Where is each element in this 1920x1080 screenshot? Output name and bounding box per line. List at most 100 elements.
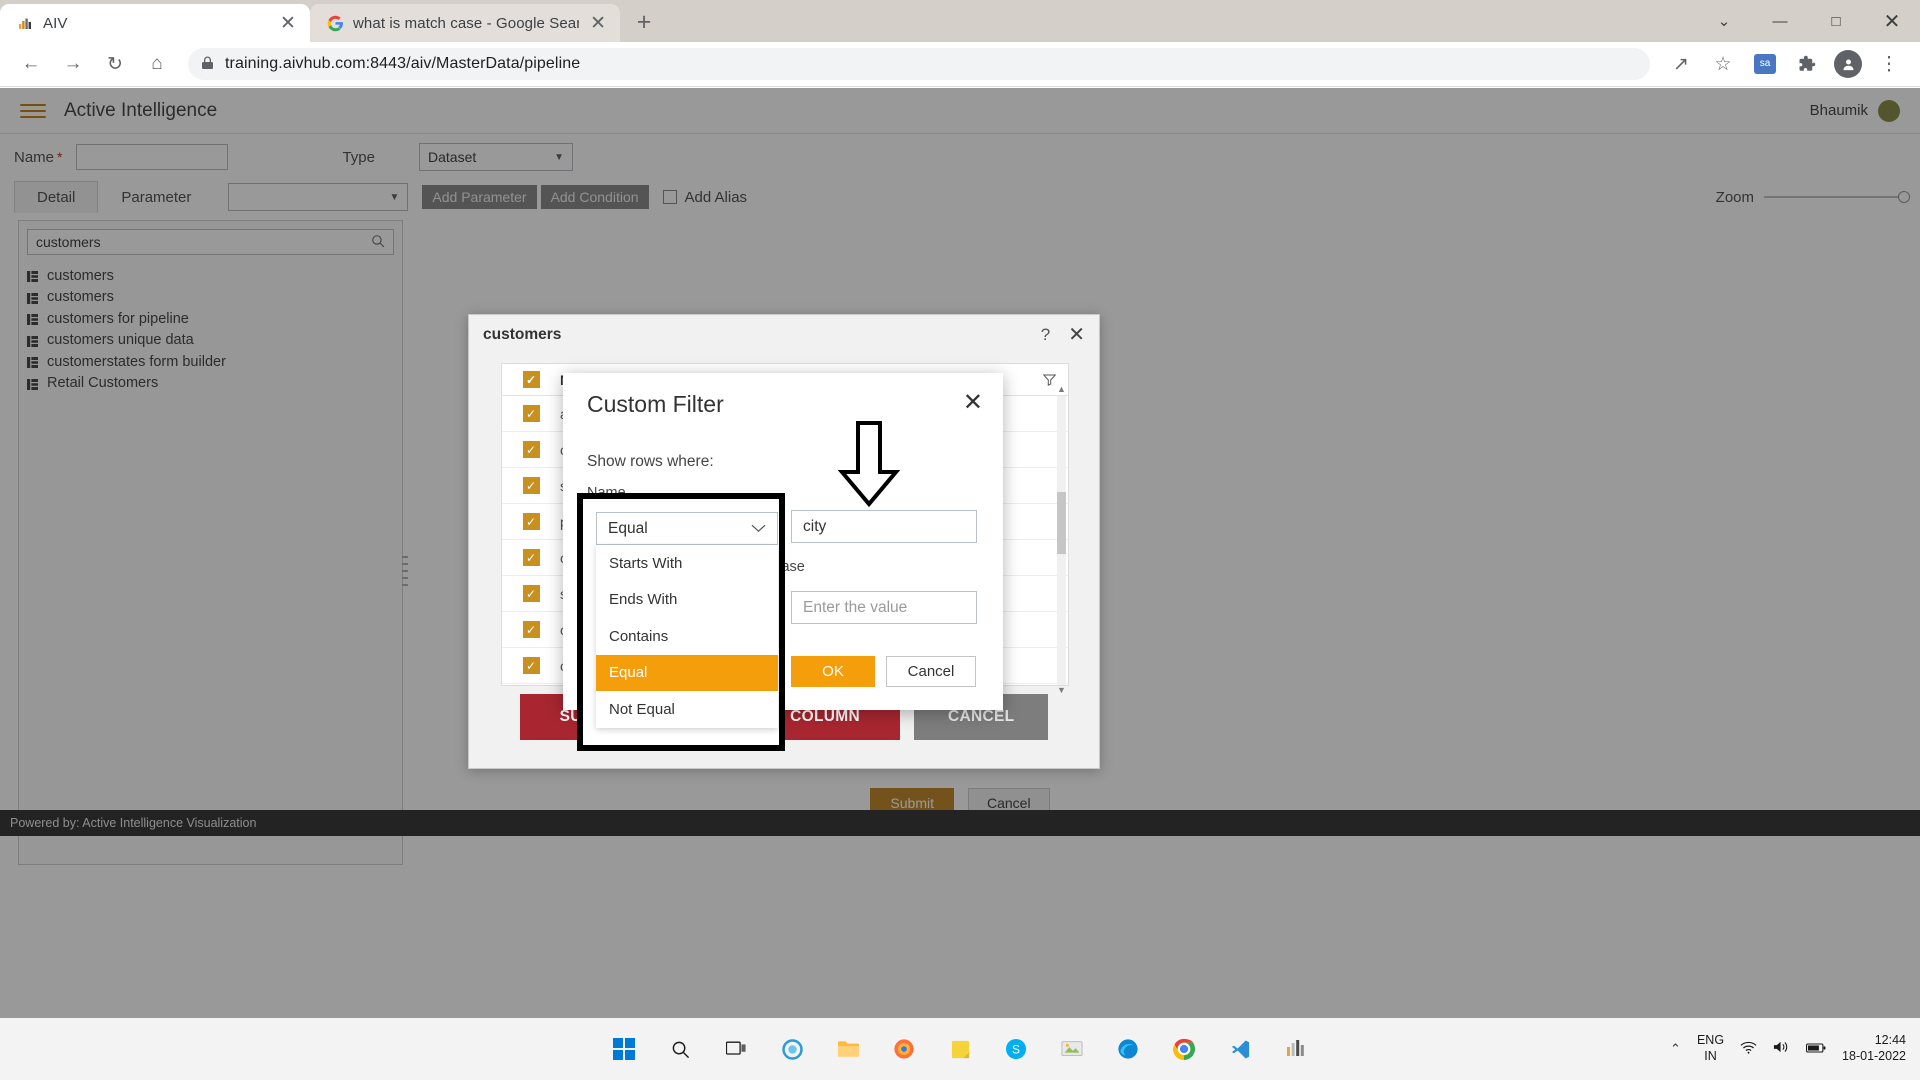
filter-value-text: city bbox=[803, 517, 827, 535]
reload-icon[interactable]: ↻ bbox=[97, 46, 133, 82]
row-checkbox[interactable]: ✓ bbox=[502, 585, 560, 602]
select-all-checkbox[interactable]: ✓ bbox=[502, 371, 560, 388]
operator-select[interactable]: Equal bbox=[596, 512, 778, 545]
system-tray: ⌃ ENG IN 12:44 18-01-2022 bbox=[1670, 1033, 1906, 1064]
minimize-button[interactable]: — bbox=[1752, 0, 1808, 42]
new-tab-button[interactable]: + bbox=[626, 4, 662, 40]
skype-icon[interactable]: S bbox=[999, 1032, 1033, 1066]
row-checkbox[interactable]: ✓ bbox=[502, 405, 560, 422]
task-view-icon[interactable] bbox=[719, 1032, 753, 1066]
vscode-icon[interactable] bbox=[1223, 1032, 1257, 1066]
checkbox-checked-icon: ✓ bbox=[522, 585, 540, 602]
puzzle-icon[interactable] bbox=[1789, 46, 1825, 82]
aiv-icon bbox=[16, 14, 34, 32]
share-icon[interactable]: ↗ bbox=[1663, 46, 1699, 82]
customers-dialog-header-actions: ? ✕ bbox=[1041, 325, 1085, 345]
tab-title: what is match case - Google Sear bbox=[353, 14, 580, 32]
checkbox-checked-icon: ✓ bbox=[522, 513, 540, 530]
operator-option-not-equal[interactable]: Not Equal bbox=[596, 691, 778, 728]
browser-menu-icon[interactable]: ⋮ bbox=[1871, 46, 1907, 82]
edge-icon[interactable] bbox=[1111, 1032, 1145, 1066]
browser-tab-google-search[interactable]: what is match case - Google Sear ✕ bbox=[310, 4, 620, 42]
clock[interactable]: 12:44 18-01-2022 bbox=[1842, 1033, 1906, 1064]
volume-icon[interactable] bbox=[1773, 1040, 1790, 1058]
lock-icon bbox=[202, 56, 213, 72]
filter-value-input[interactable]: city bbox=[791, 510, 977, 543]
back-icon[interactable]: ← bbox=[13, 46, 49, 82]
windows-taskbar: S ⌃ ENG IN 12:44 18-01-2022 bbox=[0, 1018, 1920, 1080]
snip-tool-icon[interactable] bbox=[1055, 1032, 1089, 1066]
forward-icon[interactable]: → bbox=[55, 46, 91, 82]
operator-option-ends-with[interactable]: Ends With bbox=[596, 582, 778, 619]
close-icon[interactable]: ✕ bbox=[588, 14, 608, 33]
chevron-down-icon[interactable]: ⌄ bbox=[1696, 0, 1752, 42]
profile-avatar[interactable] bbox=[1834, 50, 1862, 78]
close-window-button[interactable]: ✕ bbox=[1864, 0, 1920, 42]
down-arrow-annotation bbox=[837, 420, 901, 513]
wifi-icon[interactable] bbox=[1740, 1041, 1757, 1058]
browser-tab-aiv[interactable]: AIV ✕ bbox=[0, 4, 310, 42]
checkbox-checked-icon: ✓ bbox=[522, 657, 540, 674]
cortana-icon[interactable] bbox=[775, 1032, 809, 1066]
grid-scrollbar[interactable]: ▲ ▼ bbox=[1057, 384, 1066, 695]
screen: AIV ✕ what is match case - Google Sear ✕… bbox=[0, 0, 1920, 1080]
custom-filter-actions: OK Cancel bbox=[791, 656, 976, 687]
toolbar-right: ↗ ☆ sa ⋮ bbox=[1660, 46, 1910, 82]
clock-date: 18-01-2022 bbox=[1842, 1049, 1906, 1063]
row-checkbox[interactable]: ✓ bbox=[502, 657, 560, 674]
customers-dialog-title: customers bbox=[483, 326, 562, 343]
operator-option-equal[interactable]: Equal bbox=[596, 654, 778, 691]
bookmark-star-icon[interactable]: ☆ bbox=[1705, 46, 1741, 82]
checkbox-checked-icon: ✓ bbox=[522, 549, 540, 566]
home-icon[interactable]: ⌂ bbox=[139, 46, 175, 82]
custom-filter-title: Custom Filter bbox=[587, 391, 724, 417]
customers-dialog-header: customers ? ✕ bbox=[469, 315, 1099, 355]
close-icon[interactable]: ✕ bbox=[963, 391, 983, 415]
case-value-placeholder: Enter the value bbox=[803, 598, 908, 616]
tray-expand-icon[interactable]: ⌃ bbox=[1670, 1041, 1681, 1057]
operator-select-value: Equal bbox=[608, 519, 648, 537]
firefox-icon[interactable] bbox=[887, 1032, 921, 1066]
scrollbar-thumb[interactable] bbox=[1057, 492, 1066, 554]
svg-text:S: S bbox=[1012, 1043, 1020, 1057]
battery-icon[interactable] bbox=[1806, 1041, 1826, 1058]
operator-option-starts-with[interactable]: Starts With bbox=[596, 545, 778, 582]
language-indicator[interactable]: ENG IN bbox=[1697, 1033, 1724, 1064]
language-line-2: IN bbox=[1704, 1049, 1717, 1063]
close-icon[interactable]: ✕ bbox=[1068, 325, 1085, 345]
tab-title: AIV bbox=[43, 14, 68, 32]
start-button[interactable] bbox=[607, 1032, 641, 1066]
case-value-input[interactable]: Enter the value bbox=[791, 591, 977, 624]
cancel-button[interactable]: Cancel bbox=[886, 656, 976, 687]
ok-button[interactable]: OK bbox=[791, 656, 875, 687]
operator-option-contains[interactable]: Contains bbox=[596, 618, 778, 655]
close-icon[interactable]: ✕ bbox=[278, 14, 298, 33]
row-checkbox[interactable]: ✓ bbox=[502, 513, 560, 530]
checkbox-checked-icon: ✓ bbox=[522, 371, 540, 388]
custom-filter-subtitle: Show rows where: bbox=[587, 453, 714, 470]
chrome-icon[interactable] bbox=[1167, 1032, 1201, 1066]
checkbox-checked-icon: ✓ bbox=[522, 441, 540, 458]
operator-option-list: Starts With Ends With Contains Equal Not… bbox=[596, 545, 778, 728]
page-viewport: Active Intelligence Bhaumik Name * Type … bbox=[0, 88, 1920, 1018]
address-url: training.aivhub.com:8443/aiv/MasterData/… bbox=[225, 55, 581, 72]
browser-toolbar: ← → ↻ ⌂ training.aivhub.com:8443/aiv/Mas… bbox=[0, 42, 1920, 87]
row-checkbox[interactable]: ✓ bbox=[502, 441, 560, 458]
sticky-notes-icon[interactable] bbox=[943, 1032, 977, 1066]
address-bar[interactable]: training.aivhub.com:8443/aiv/MasterData/… bbox=[188, 48, 1650, 80]
checkbox-checked-icon: ✓ bbox=[522, 477, 540, 494]
scroll-up-arrow-icon[interactable]: ▲ bbox=[1057, 384, 1066, 396]
checkbox-checked-icon: ✓ bbox=[522, 405, 540, 422]
browser-tab-strip: AIV ✕ what is match case - Google Sear ✕… bbox=[0, 0, 1920, 42]
extension-badge-icon[interactable]: sa bbox=[1747, 46, 1783, 82]
row-checkbox[interactable]: ✓ bbox=[502, 621, 560, 638]
google-icon bbox=[326, 14, 344, 32]
help-icon[interactable]: ? bbox=[1041, 325, 1050, 345]
taskbar-app-icons: S bbox=[607, 1032, 1313, 1066]
row-checkbox[interactable]: ✓ bbox=[502, 477, 560, 494]
maximize-button[interactable]: □ bbox=[1808, 0, 1864, 42]
app-icon[interactable] bbox=[1279, 1032, 1313, 1066]
row-checkbox[interactable]: ✓ bbox=[502, 549, 560, 566]
file-explorer-icon[interactable] bbox=[831, 1032, 865, 1066]
search-icon[interactable] bbox=[663, 1032, 697, 1066]
